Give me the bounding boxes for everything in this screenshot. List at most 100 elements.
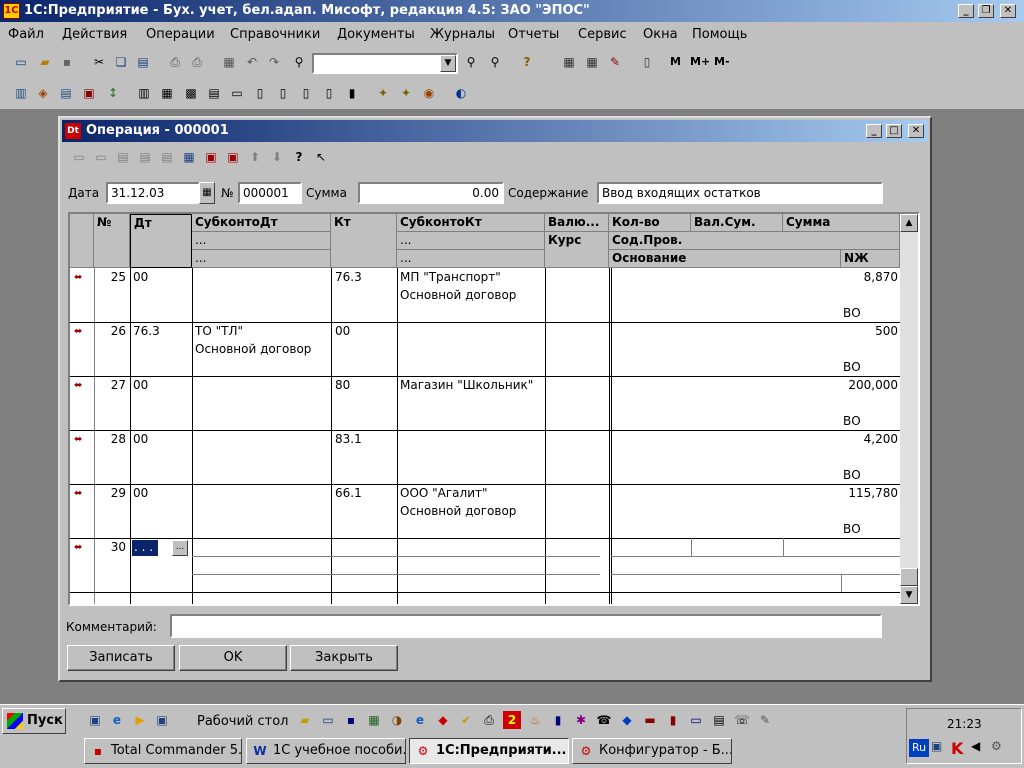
clock[interactable]: 21:23 [947,717,982,731]
menu-documents[interactable]: Документы [337,27,415,42]
menu-file[interactable]: Файл [8,27,44,42]
col-header-num[interactable]: № [94,214,130,268]
menu-help[interactable]: Помощь [692,27,747,42]
cell-journal[interactable]: ВО [843,522,861,536]
question-icon[interactable]: ? [290,148,308,166]
report-4-icon[interactable]: ▤ [205,84,223,102]
task-configurator[interactable]: ⚙ Конфигуратор - Б... [572,738,732,764]
volume-icon[interactable]: ◀ [971,739,989,757]
cell-journal[interactable]: ВО [843,414,861,428]
print-icon[interactable]: ⎙ [166,53,184,71]
cell-sum[interactable]: 500 [783,324,898,338]
report-8-icon[interactable]: ▯ [297,84,315,102]
copy-icon[interactable]: ❏ [112,53,130,71]
new-doc-icon[interactable]: ▭ [12,53,30,71]
tray-flame-icon[interactable]: ♨ [526,711,544,729]
dialog-close-button[interactable]: ✕ [908,124,924,138]
col-header-basis[interactable]: Основание [609,250,841,268]
tray-tools-icon[interactable]: ✎ [756,711,774,729]
task-1c-enterprise[interactable]: ⚙ 1С:Предприяти... [409,738,569,764]
memory-minus-button[interactable]: M- [714,55,730,68]
edit-icon[interactable]: ✎ [606,53,624,71]
tray-settings-icon[interactable]: ⚙ [991,739,1009,757]
report-1-icon[interactable]: ▥ [135,84,153,102]
cell-dt[interactable]: 00 [133,432,148,446]
cell-num[interactable]: 30 [94,540,126,554]
tray-ie-icon[interactable]: e [411,711,429,729]
tray-window-icon[interactable]: ▭ [687,711,705,729]
sum-input[interactable]: 0.00 [358,182,504,204]
menu-windows[interactable]: Окна [643,27,678,42]
cell-sum[interactable]: 4,200 [783,432,898,446]
open-folder-icon[interactable]: ▰ [36,53,54,71]
tray-2-icon[interactable]: 2 [503,711,521,729]
tray-winrar-icon[interactable]: ✔ [457,711,475,729]
cell-subdt1[interactable]: ТО "ТЛ" [195,324,243,338]
cell-journal[interactable]: ВО [843,306,861,320]
col-header-subdt[interactable]: СубконтоДт [192,214,331,232]
cell-kt[interactable]: 76.3 [335,270,362,284]
tray-app-icon[interactable]: ◑ [388,711,406,729]
cell-subdt2[interactable]: Основной договор [195,342,311,356]
menu-actions[interactable]: Действия [62,27,127,42]
transactions-icon[interactable]: ▤ [57,84,75,102]
memory-plus-button[interactable]: M+ [690,55,710,68]
report-5-icon[interactable]: ▭ [228,84,246,102]
cell-kt[interactable]: 80 [335,378,350,392]
delete-marks-icon[interactable]: ▣ [80,84,98,102]
language-indicator[interactable]: Ru [909,739,929,757]
tray-music-icon[interactable]: ▮ [664,711,682,729]
row-edit-icon[interactable]: ▤ [114,148,132,166]
quicklaunch-desktop-icon[interactable]: ▣ [86,711,104,729]
operations-journal-icon[interactable]: ◈ [34,84,52,102]
cell-dt-editing[interactable]: . . . [132,540,158,556]
cell-subkt2[interactable]: Основной договор [400,504,516,518]
cell-sum[interactable]: 115,780 [783,486,898,500]
info-icon[interactable]: ◐ [452,84,470,102]
arrow-down-icon[interactable]: ⬇ [268,148,286,166]
comment-input[interactable] [170,614,882,638]
row-delete-icon[interactable]: ▤ [158,148,176,166]
find-prev-icon[interactable]: ⚲ [486,53,504,71]
tray-network-icon[interactable]: ▦ [365,711,383,729]
cell-sum[interactable]: 8,870 [783,270,898,284]
row-refresh-icon[interactable]: ▣ [224,148,242,166]
cell-num[interactable]: 27 [94,378,126,392]
cell-dt[interactable]: 00 [133,378,148,392]
start-button[interactable]: Пуск [2,708,66,734]
cell-subkt2[interactable]: Основной договор [400,288,516,302]
cell-subkt1[interactable]: ООО "Агалит" [400,486,488,500]
chart-of-accounts-icon[interactable]: ▥ [12,84,30,102]
report-10-icon[interactable]: ▮ [343,84,361,102]
col-header-dt[interactable]: Дт [130,214,192,268]
col-header-content[interactable]: Сод.Пров. [609,232,900,250]
task-total-commander[interactable]: ▪ Total Commander 5... [84,738,242,764]
tray-book-icon[interactable]: ▮ [549,711,567,729]
cell-subkt1[interactable]: Магазин "Школьник" [400,378,533,392]
task-word-doc[interactable]: W 1С учебное пособи... [246,738,406,764]
wizard-2-icon[interactable]: ✦ [397,84,415,102]
print-preview-icon[interactable]: ⎙ [188,53,206,71]
dialog-maximize-button[interactable]: □ [886,124,902,138]
memory-button[interactable]: M [670,55,681,68]
tray-telephone-icon[interactable]: ☏ [733,711,751,729]
wizard-icon[interactable]: ✦ [374,84,392,102]
col-header-cursum[interactable]: Вал.Сум. [691,214,783,232]
row-add-icon[interactable]: ▭ [70,148,88,166]
close-button[interactable]: Закрыть [290,645,398,671]
cell-sum[interactable]: 200,000 [783,378,898,392]
undo-icon[interactable]: ↶ [243,53,261,71]
menu-references[interactable]: Справочники [230,27,320,42]
col-header-currency[interactable]: Валю... [545,214,609,232]
col-header-subkt[interactable]: СубконтоКт [397,214,545,232]
cell-journal[interactable]: ВО [843,360,861,374]
scroll-down-icon[interactable]: ▼ [900,586,918,604]
redo-icon[interactable]: ↷ [265,53,283,71]
cell-journal[interactable]: ВО [843,468,861,482]
tray-car-icon[interactable]: ▬ [641,711,659,729]
tray-display-icon[interactable]: ▣ [931,739,949,757]
calendar-button[interactable]: ▦ [199,182,215,204]
ok-button[interactable]: OK [179,645,287,671]
scroll-thumb[interactable] [900,568,918,586]
col-header-qty[interactable]: Кол-во [609,214,691,232]
